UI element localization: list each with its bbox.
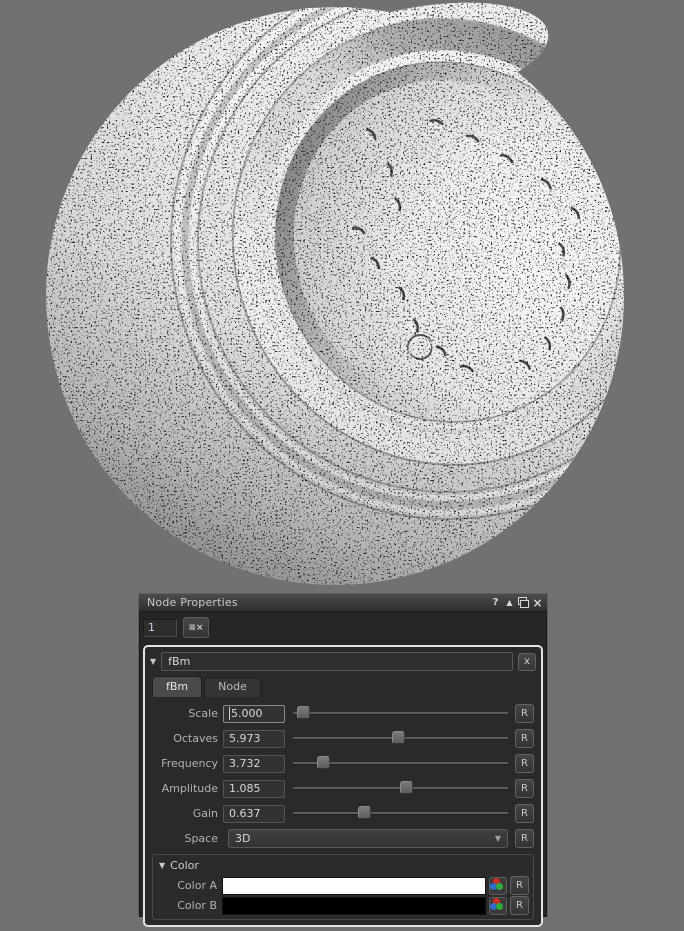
reset-button[interactable]: R xyxy=(515,804,534,823)
param-row-frequency: Frequency 3.732 R xyxy=(148,751,538,776)
param-label: Space xyxy=(184,832,218,845)
popout-icon[interactable] xyxy=(517,596,530,609)
tab-bar: fBm Node xyxy=(152,676,538,697)
reset-button[interactable]: R xyxy=(515,704,534,723)
slider-track[interactable] xyxy=(293,812,508,815)
param-label: Frequency xyxy=(161,757,218,770)
space-dropdown[interactable]: 3D ▼ xyxy=(228,829,508,848)
param-label: Octaves xyxy=(173,732,218,745)
param-slider[interactable] xyxy=(293,801,508,826)
panel-toolbar: 1 ≡× xyxy=(139,612,547,642)
clear-list-button[interactable]: ≡× xyxy=(183,617,209,638)
param-value-input[interactable]: 5.000 xyxy=(223,704,285,723)
slider-track[interactable] xyxy=(293,712,508,715)
chevron-down-icon: ▼ xyxy=(494,834,501,843)
reset-button[interactable]: R xyxy=(515,779,534,798)
collapse-icon[interactable]: ▼ xyxy=(150,657,156,666)
param-value-input[interactable]: 0.637 xyxy=(223,804,285,823)
node-name-input[interactable]: fBm xyxy=(161,652,513,671)
tab-fbm[interactable]: fBm xyxy=(152,676,203,697)
color-section: ▼ Color Color A R Color B R xyxy=(152,854,534,920)
reset-button[interactable]: R xyxy=(515,754,534,773)
param-slider[interactable] xyxy=(293,726,508,751)
panel-title: Node Properties xyxy=(147,596,238,609)
slider-thumb[interactable] xyxy=(357,806,371,819)
param-row-amplitude: Amplitude 1.085 R xyxy=(148,776,538,801)
reset-button[interactable]: R xyxy=(515,729,534,748)
help-icon[interactable]: ? xyxy=(489,596,502,609)
node-index-input[interactable]: 1 xyxy=(143,618,177,637)
param-label: Gain xyxy=(192,807,218,820)
shader-ball xyxy=(46,0,624,585)
reset-button[interactable]: R xyxy=(515,829,534,848)
color-label: Color B xyxy=(177,899,217,912)
reset-button[interactable]: R xyxy=(510,896,529,915)
param-row-gain: Gain 0.637 R xyxy=(148,801,538,826)
slider-thumb[interactable] xyxy=(391,731,405,744)
remove-node-button[interactable]: x xyxy=(518,652,536,671)
color-b-swatch[interactable] xyxy=(222,896,486,915)
param-value-input[interactable]: 1.085 xyxy=(223,779,285,798)
slider-thumb[interactable] xyxy=(317,756,331,769)
node-group: ▼ fBm x fBm Node Scale 5.000 R Octaves 5… xyxy=(143,645,543,927)
collapse-icon[interactable]: ▼ xyxy=(159,861,165,870)
reset-button[interactable]: R xyxy=(510,876,529,895)
param-slider[interactable] xyxy=(293,776,508,801)
param-row-space: Space 3D ▼ R xyxy=(148,826,538,851)
close-icon[interactable]: × xyxy=(531,596,544,609)
rgb-picker-icon[interactable] xyxy=(489,896,507,915)
color-a-swatch[interactable] xyxy=(222,876,486,895)
param-row-octaves: Octaves 5.973 R xyxy=(148,726,538,751)
color-section-header[interactable]: ▼ Color xyxy=(157,857,529,875)
shader-ball-preview xyxy=(46,0,624,585)
param-value-input[interactable]: 5.973 xyxy=(223,729,285,748)
param-value-input[interactable]: 3.732 xyxy=(223,754,285,773)
param-slider[interactable] xyxy=(293,751,508,776)
color-row-b: Color B R xyxy=(157,896,529,915)
parameter-list: Scale 5.000 R Octaves 5.973 R Frequency xyxy=(148,697,538,851)
tab-node[interactable]: Node xyxy=(204,677,261,697)
node-header: ▼ fBm x xyxy=(148,650,538,674)
param-row-scale: Scale 5.000 R xyxy=(148,701,538,726)
slider-thumb[interactable] xyxy=(296,706,310,719)
clear-list-icon: ≡× xyxy=(188,622,204,633)
node-properties-panel: Node Properties ? ▲ × 1 ≡× ▼ fBm x fBm N… xyxy=(138,593,548,927)
param-label: Scale xyxy=(188,707,218,720)
color-label: Color A xyxy=(177,879,217,892)
pin-icon[interactable]: ▲ xyxy=(503,596,516,609)
rgb-picker-icon[interactable] xyxy=(489,876,507,895)
application-viewport: { "window": { "title": "Node Properties"… xyxy=(0,0,684,931)
param-slider[interactable] xyxy=(293,701,508,726)
color-row-a: Color A R xyxy=(157,876,529,895)
param-label: Amplitude xyxy=(161,782,218,795)
slider-thumb[interactable] xyxy=(400,781,414,794)
panel-titlebar[interactable]: Node Properties ? ▲ × xyxy=(139,594,547,612)
